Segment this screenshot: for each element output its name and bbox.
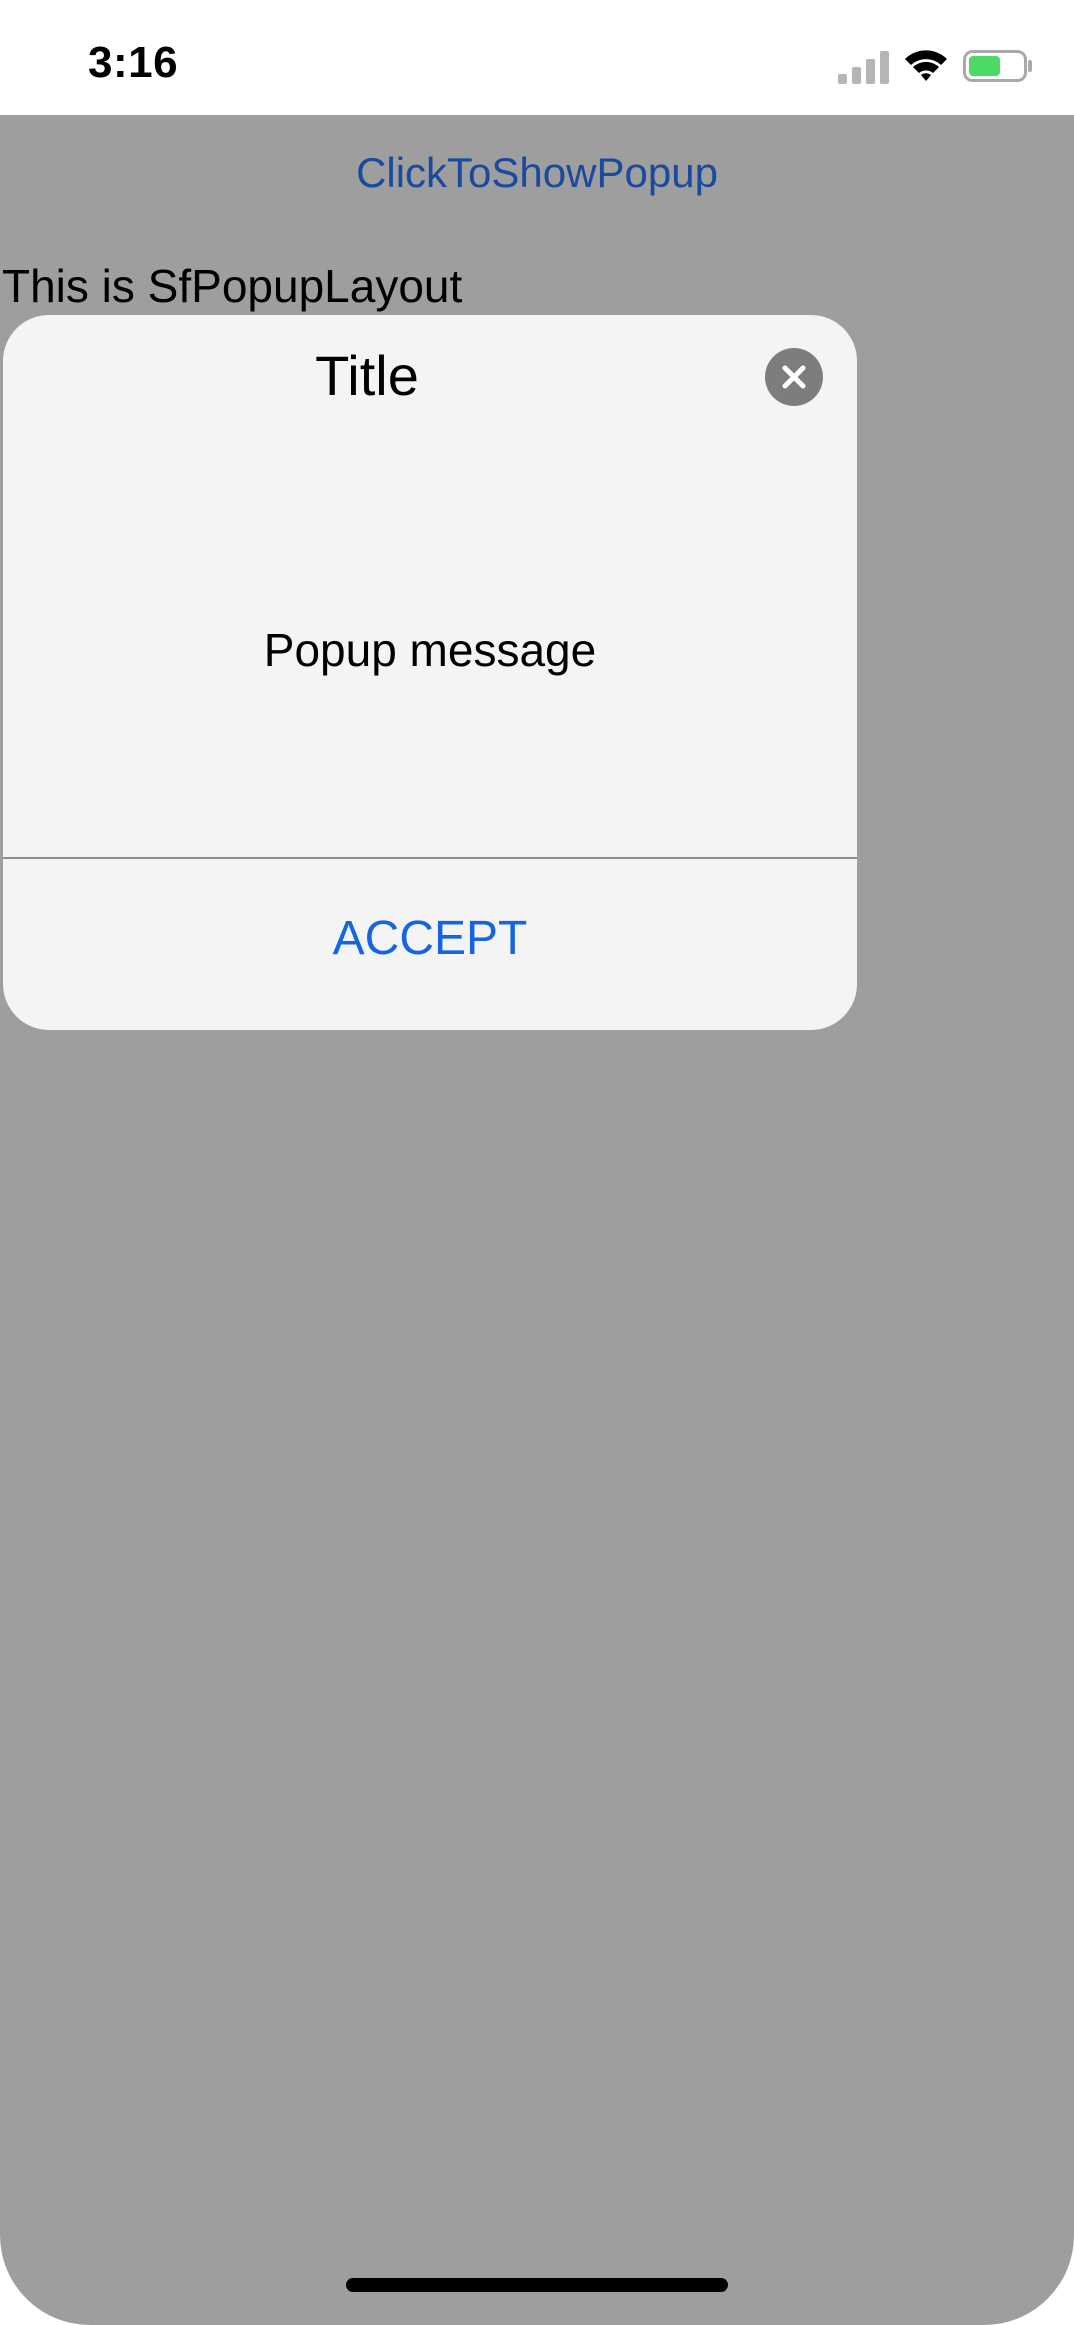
home-indicator[interactable] <box>346 2278 728 2292</box>
signal-icon <box>838 51 889 84</box>
popup-message: Popup message <box>263 624 597 676</box>
accept-button[interactable]: ACCEPT <box>3 911 857 966</box>
popup-close-button[interactable] <box>765 348 823 406</box>
status-bar: 3:16 <box>0 0 1074 115</box>
status-time: 3:16 <box>88 38 179 87</box>
popup-footer: ACCEPT <box>3 859 857 1030</box>
show-popup-button[interactable]: ClickToShowPopup <box>0 149 1074 197</box>
show-popup-button-label: ClickToShowPopup <box>356 149 718 196</box>
popup-dialog: Title Popup message ACCEPT <box>3 315 857 1030</box>
battery-icon <box>963 50 1032 82</box>
wifi-icon <box>905 50 947 81</box>
layout-label: This is SfPopupLayout <box>2 260 463 312</box>
app-screen: ClickToShowPopup This is SfPopupLayout T… <box>0 115 1074 2325</box>
popup-title: Title <box>315 344 419 407</box>
close-icon <box>782 365 806 389</box>
